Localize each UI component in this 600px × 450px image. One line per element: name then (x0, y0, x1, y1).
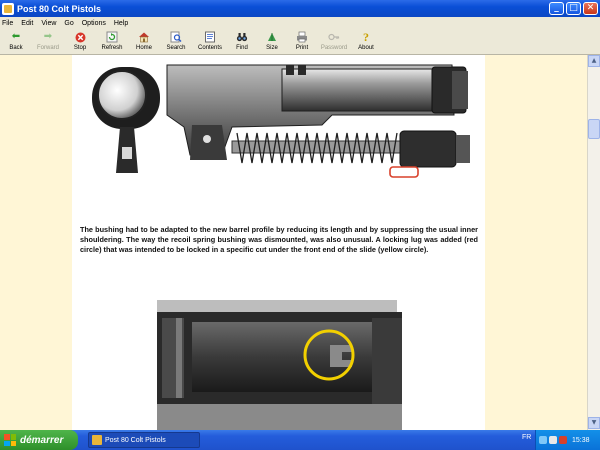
vertical-scrollbar[interactable]: ▲ ▼ (587, 55, 600, 430)
refresh-icon (106, 31, 118, 43)
home-button[interactable]: Home (129, 29, 159, 55)
forward-button[interactable]: ➡ Forward (31, 29, 65, 55)
size-icon (266, 31, 278, 43)
menu-bar: File Edit View Go Options Help (0, 17, 600, 29)
stop-button[interactable]: Stop (65, 29, 95, 55)
stop-icon (74, 31, 86, 43)
menu-view[interactable]: View (41, 20, 56, 27)
close-button[interactable]: ✕ (583, 2, 598, 15)
menu-file[interactable]: File (2, 20, 13, 27)
window-titlebar[interactable]: Post 80 Colt Pistols _ □ ✕ (0, 0, 600, 17)
forward-arrow-icon: ➡ (43, 31, 53, 42)
key-icon (328, 31, 340, 43)
taskbar: démarrer Post 80 Colt Pistols FR 15:38 (0, 430, 600, 450)
slide-front-detail-diagram (157, 300, 402, 430)
description-paragraph: The bushing had to be adapted to the new… (80, 225, 478, 254)
refresh-button[interactable]: Refresh (95, 29, 129, 55)
help-window-icon (2, 2, 14, 15)
window-title: Post 80 Colt Pistols (17, 3, 102, 14)
back-arrow-icon: ⬅ (11, 31, 21, 42)
menu-go[interactable]: Go (64, 20, 73, 27)
help-window-icon (92, 435, 102, 445)
printer-icon (296, 31, 308, 43)
toolbar: ⬅ Back ➡ Forward Stop Refresh Home Searc… (0, 29, 600, 55)
windows-logo-icon (4, 434, 16, 446)
binoculars-icon (236, 31, 248, 43)
taskbar-item-help-window[interactable]: Post 80 Colt Pistols (88, 432, 200, 448)
scroll-thumb[interactable] (588, 119, 600, 139)
antivirus-icon[interactable] (559, 436, 567, 444)
taskbar-item-label: Post 80 Colt Pistols (105, 436, 166, 444)
password-button[interactable]: Password (317, 29, 351, 55)
start-label: démarrer (20, 434, 64, 446)
menu-help[interactable]: Help (114, 20, 128, 27)
scroll-up-arrow-icon[interactable]: ▲ (588, 55, 600, 67)
clock[interactable]: 15:38 (572, 437, 590, 444)
network-icon[interactable] (539, 436, 547, 444)
menu-edit[interactable]: Edit (21, 20, 33, 27)
contents-icon (204, 31, 216, 43)
about-button[interactable]: ? About (351, 29, 381, 55)
start-button[interactable]: démarrer (0, 430, 78, 450)
contents-button[interactable]: Contents (193, 29, 227, 55)
search-icon (170, 31, 182, 43)
search-button[interactable]: Search (159, 29, 193, 55)
language-indicator[interactable]: FR (522, 434, 531, 441)
pistol-exploded-diagram (92, 64, 470, 178)
back-button[interactable]: ⬅ Back (1, 29, 31, 55)
menu-options[interactable]: Options (82, 20, 106, 27)
minimize-button[interactable]: _ (549, 2, 564, 15)
help-icon: ? (363, 30, 369, 44)
system-tray: 15:38 (535, 430, 600, 450)
volume-icon[interactable] (549, 436, 557, 444)
home-icon (138, 31, 150, 43)
help-content-viewport[interactable]: The bushing had to be adapted to the new… (0, 55, 587, 430)
size-button[interactable]: Size (257, 29, 287, 55)
scroll-down-arrow-icon[interactable]: ▼ (588, 417, 600, 429)
print-button[interactable]: Print (287, 29, 317, 55)
maximize-button[interactable]: □ (566, 2, 581, 15)
find-button[interactable]: Find (227, 29, 257, 55)
content-page: The bushing had to be adapted to the new… (72, 55, 485, 430)
